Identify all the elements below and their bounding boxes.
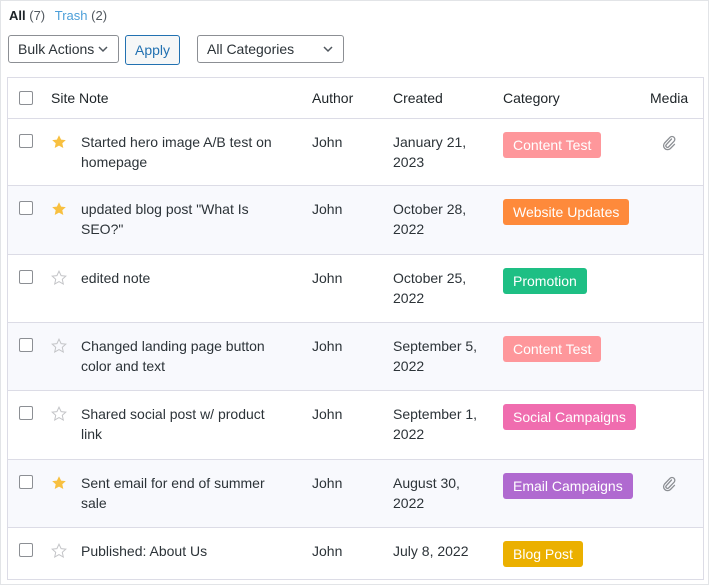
created-date: January 21, 2023 xyxy=(393,134,467,170)
header-created[interactable]: Created xyxy=(393,88,488,108)
category-badge[interactable]: Social Campaigns xyxy=(503,404,636,430)
note-text[interactable]: Changed landing page button color and te… xyxy=(81,336,281,376)
category-cell: Social Campaigns xyxy=(503,404,636,430)
author-name: John xyxy=(312,134,343,150)
table-row[interactable]: edited note John October 25, 2022 Promotion xyxy=(8,255,703,323)
table-row[interactable]: Started hero image A/B test on homepage J… xyxy=(8,119,703,186)
author-name: John xyxy=(312,338,343,354)
paperclip-icon[interactable] xyxy=(662,135,676,151)
category-badge[interactable]: Content Test xyxy=(503,132,602,158)
note-text[interactable]: Published: About Us xyxy=(81,541,281,561)
created-date: August 30, 2022 xyxy=(393,475,460,511)
category-cell: Content Test xyxy=(503,336,602,362)
view-trash-count: (2) xyxy=(91,8,108,23)
star-filled-icon[interactable] xyxy=(51,475,67,491)
category-badge[interactable]: Promotion xyxy=(503,268,587,294)
row-checkbox[interactable] xyxy=(19,543,33,557)
star-outline-icon[interactable] xyxy=(51,543,67,559)
category-filter-select[interactable]: All Categories xyxy=(197,35,344,63)
created-date: September 5, 2022 xyxy=(393,338,478,374)
header-media: Media xyxy=(650,90,689,106)
category-cell: Blog Post xyxy=(503,541,583,567)
table-row[interactable]: Published: About Us John July 8, 2022 Blog … xyxy=(8,528,703,580)
view-trash[interactable]: Trash (2) xyxy=(55,8,107,23)
category-cell: Email Campaigns xyxy=(503,473,633,499)
category-badge[interactable]: Email Campaigns xyxy=(503,473,633,499)
created-date: October 25, 2022 xyxy=(393,270,467,306)
table-row[interactable]: Sent email for end of summer sale John Aug… xyxy=(8,460,703,528)
header-category[interactable]: Category xyxy=(503,88,560,108)
view-trash-label: Trash xyxy=(54,8,88,23)
category-badge[interactable]: Blog Post xyxy=(503,541,583,567)
created-date: October 28, 2022 xyxy=(393,201,467,237)
table-header: Site Note Author Created Category Media xyxy=(8,78,703,119)
category-cell: Content Test xyxy=(503,132,602,158)
bulk-actions-value: Bulk Actions xyxy=(18,41,95,57)
table-row[interactable]: Changed landing page button color and te… xyxy=(8,323,703,391)
note-text[interactable]: Shared social post w/ product link xyxy=(81,404,281,444)
header-author[interactable]: Author xyxy=(312,88,353,108)
row-checkbox[interactable] xyxy=(19,270,33,284)
view-all-label: All xyxy=(9,8,26,23)
chevron-down-icon xyxy=(98,46,108,53)
star-outline-icon[interactable] xyxy=(51,270,67,286)
note-text[interactable]: Sent email for end of summer sale xyxy=(81,473,281,513)
note-text[interactable]: Started hero image A/B test on homepage xyxy=(81,132,281,172)
note-text[interactable]: updated blog post "What Is SEO?" xyxy=(81,199,281,239)
category-cell: Promotion xyxy=(503,268,587,294)
category-badge[interactable]: Content Test xyxy=(503,336,602,362)
row-checkbox[interactable] xyxy=(19,338,33,352)
author-name: John xyxy=(312,270,343,286)
view-filters: All (7) Trash (2) xyxy=(9,8,107,23)
row-checkbox[interactable] xyxy=(19,134,33,148)
view-all-count: (7) xyxy=(29,8,46,23)
created-date: July 8, 2022 xyxy=(393,543,469,559)
category-filter-value: All Categories xyxy=(207,41,295,57)
header-site-note[interactable]: Site Note xyxy=(51,88,251,108)
bulk-actions-select[interactable]: Bulk Actions xyxy=(8,35,119,63)
author-name: John xyxy=(312,475,343,491)
star-outline-icon[interactable] xyxy=(51,406,67,422)
author-name: John xyxy=(312,201,343,217)
chevron-down-icon xyxy=(323,46,333,53)
star-outline-icon[interactable] xyxy=(51,338,67,354)
apply-button[interactable]: Apply xyxy=(125,35,180,65)
star-filled-icon[interactable] xyxy=(51,134,67,150)
view-all[interactable]: All (7) xyxy=(9,8,45,23)
row-checkbox[interactable] xyxy=(19,406,33,420)
category-cell: Website Updates xyxy=(503,199,630,225)
created-date: September 1, 2022 xyxy=(393,406,478,442)
notes-table: Site Note Author Created Category Media … xyxy=(7,77,704,580)
table-row[interactable]: Shared social post w/ product link John Se… xyxy=(8,391,703,460)
author-name: John xyxy=(312,543,343,559)
row-checkbox[interactable] xyxy=(19,201,33,215)
category-badge[interactable]: Website Updates xyxy=(503,199,630,225)
row-checkbox[interactable] xyxy=(19,475,33,489)
select-all-checkbox[interactable] xyxy=(19,91,33,105)
note-text[interactable]: edited note xyxy=(81,268,281,288)
author-name: John xyxy=(312,406,343,422)
star-filled-icon[interactable] xyxy=(51,201,67,217)
paperclip-icon[interactable] xyxy=(662,476,676,492)
table-row[interactable]: updated blog post "What Is SEO?" John Octo… xyxy=(8,186,703,255)
